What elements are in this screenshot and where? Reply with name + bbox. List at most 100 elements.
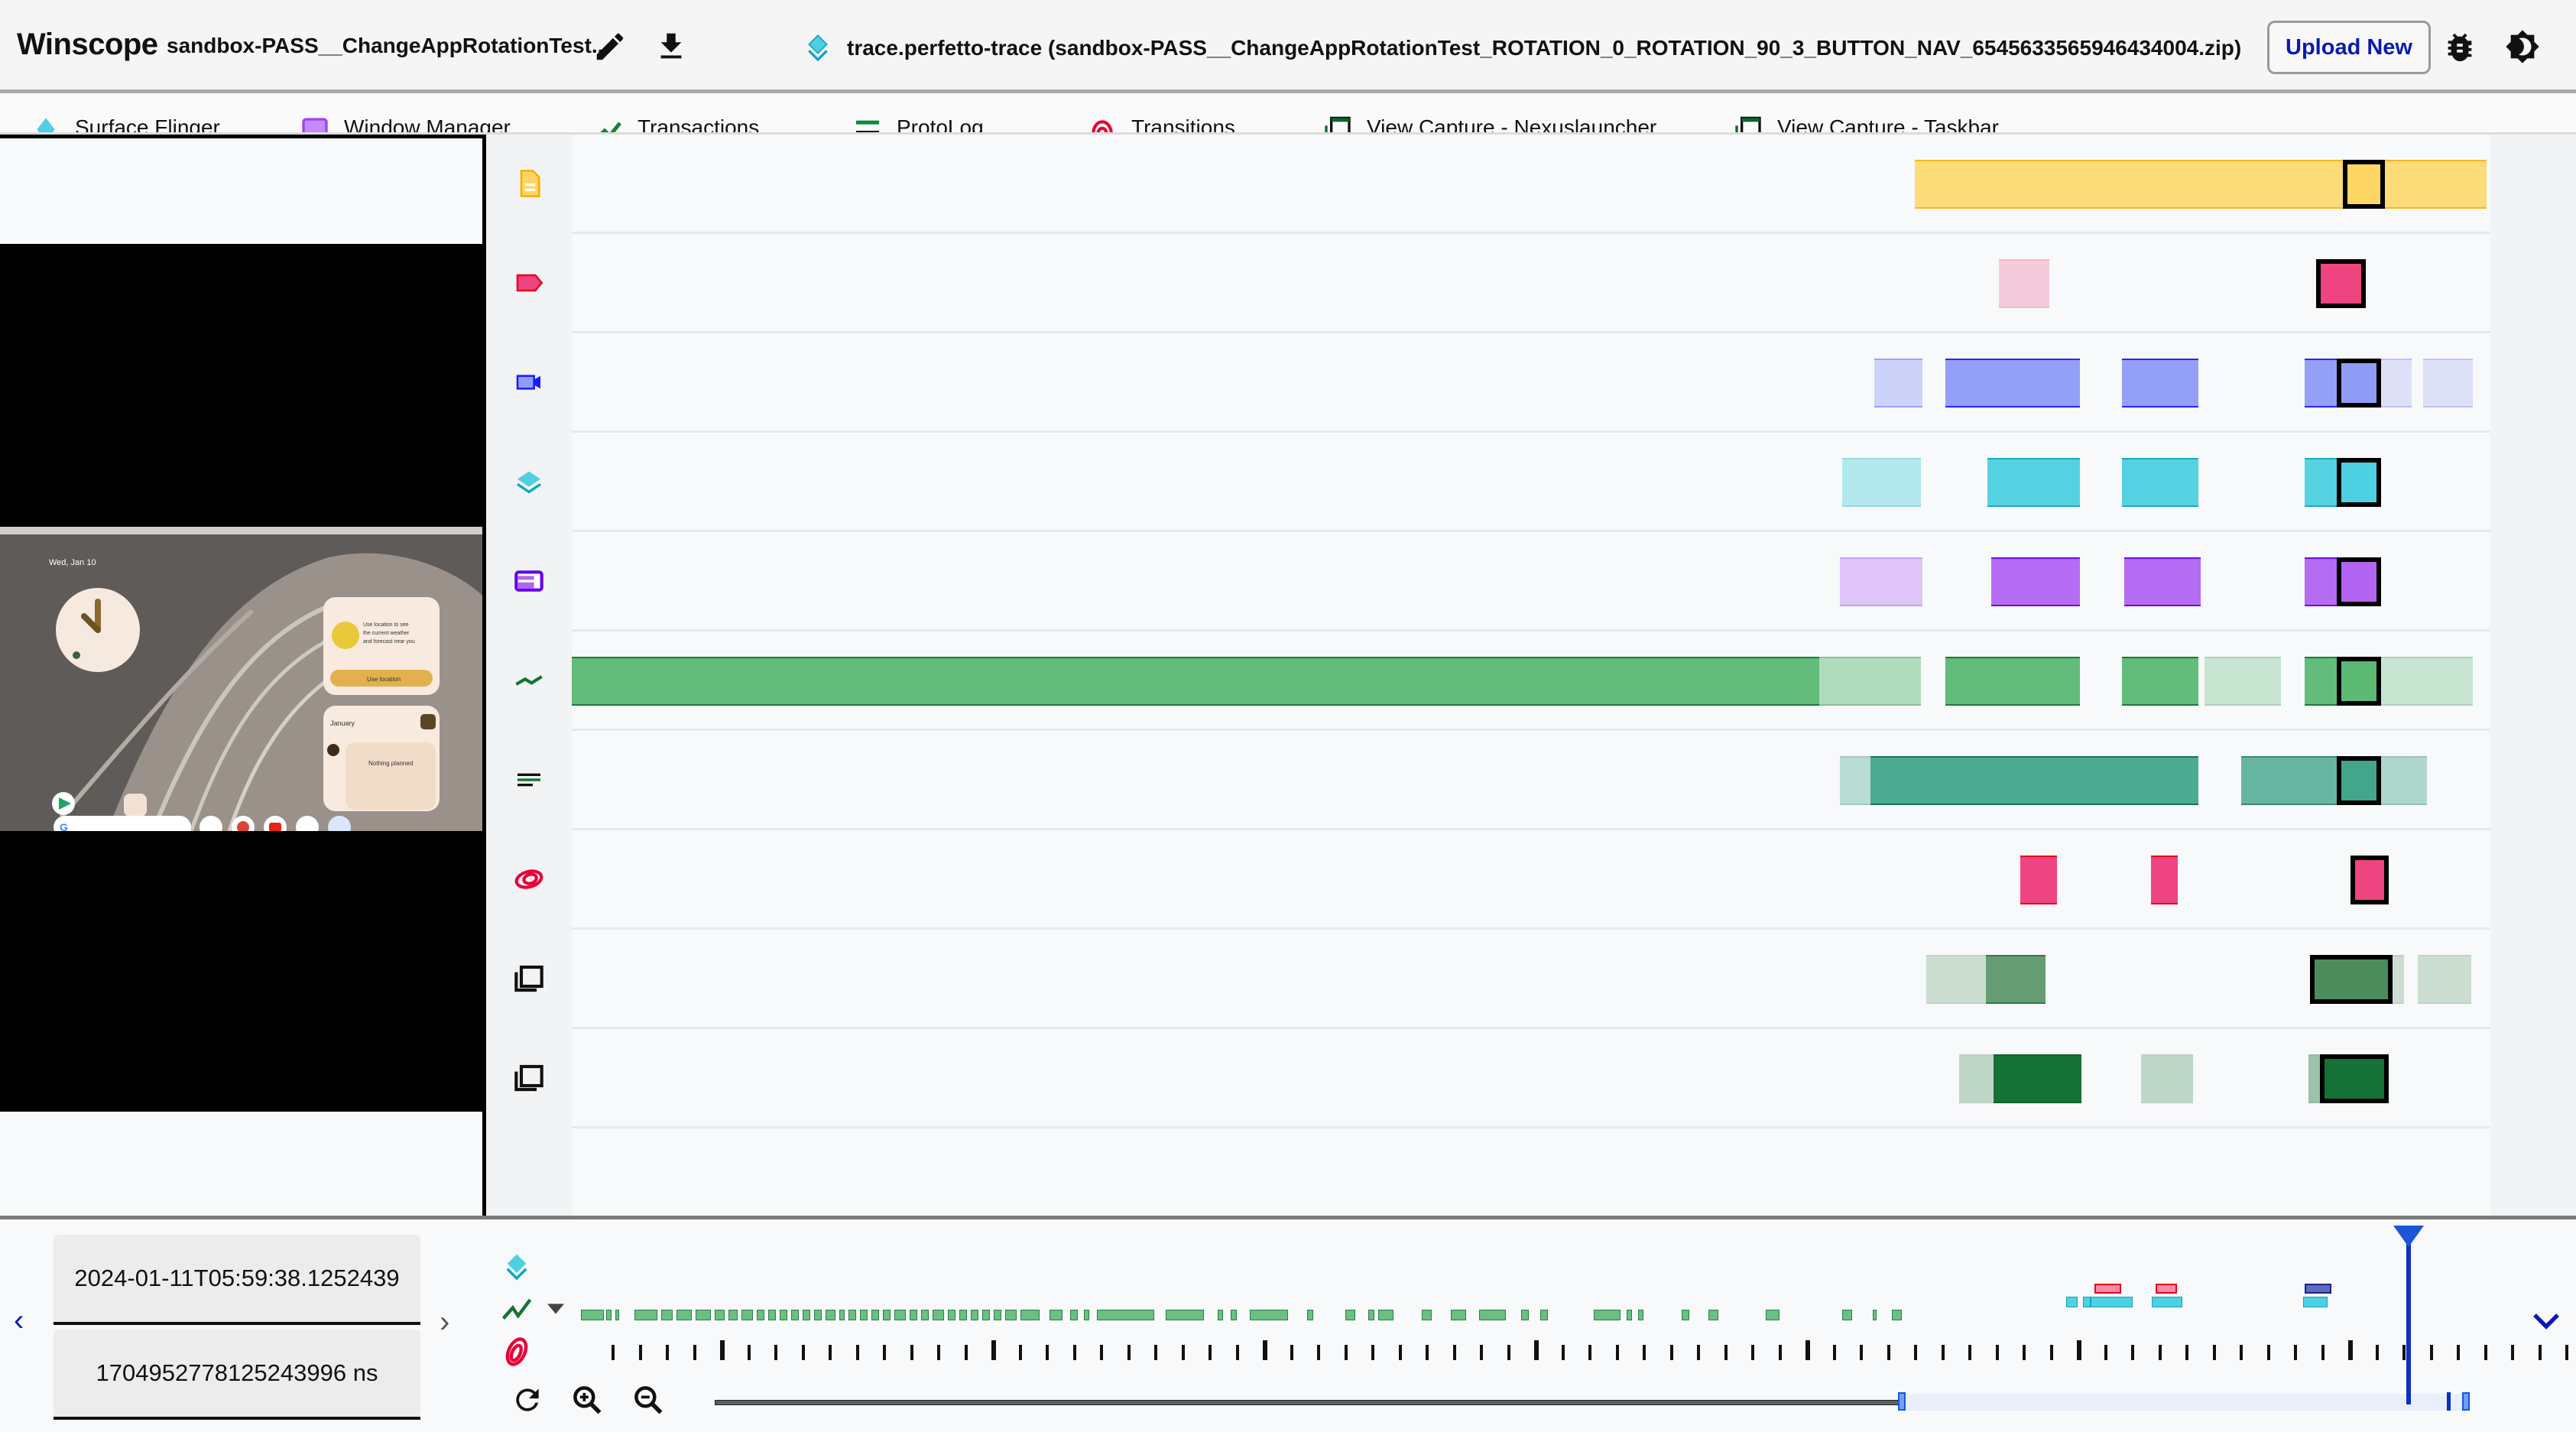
- zoom-slider-track[interactable]: [715, 1400, 1903, 1405]
- trace-entry[interactable]: [2122, 359, 2199, 408]
- chevron-down-icon[interactable]: [2532, 1311, 2560, 1333]
- timeline-row-protolog[interactable]: [572, 731, 2490, 830]
- trace-entry[interactable]: [1945, 359, 2080, 408]
- mini-transaction-entry: [1682, 1310, 1689, 1320]
- trace-entry[interactable]: [2304, 458, 2338, 507]
- timeline-row-transactions[interactable]: [572, 632, 2490, 731]
- trace-entry[interactable]: [2122, 657, 2199, 706]
- mini-transaction-entry: [1594, 1310, 1621, 1320]
- transactions-icon[interactable]: [501, 1294, 533, 1326]
- tab-view-capture-nexuslauncher[interactable]: View Capture - Nexuslauncher: [1322, 115, 1656, 132]
- selected-trace-entry[interactable]: [2350, 856, 2389, 904]
- timeline-row-dumps[interactable]: [572, 135, 2490, 234]
- trace-entry[interactable]: [2423, 359, 2474, 408]
- mini-transaction-entry: [1231, 1310, 1237, 1320]
- selected-trace-entry[interactable]: [2342, 160, 2385, 209]
- trace-entry[interactable]: [2417, 955, 2471, 1004]
- trace-entry[interactable]: [1999, 259, 2049, 308]
- trace-entry[interactable]: [2141, 1054, 2193, 1103]
- trace-entry[interactable]: [572, 657, 1819, 706]
- selected-trace-entry[interactable]: [2337, 458, 2381, 507]
- prev-entry-button[interactable]: ‹: [14, 1304, 24, 1338]
- selected-trace-entry[interactable]: [2315, 259, 2366, 308]
- selected-trace-entry[interactable]: [2310, 955, 2393, 1004]
- tab-transactions[interactable]: Transactions: [593, 115, 760, 135]
- bug-icon[interactable]: [2442, 29, 2477, 64]
- trace-entry[interactable]: [2380, 756, 2428, 805]
- upload-new-button[interactable]: Upload New: [2267, 21, 2431, 74]
- download-icon[interactable]: [654, 29, 689, 64]
- timeline-row-ime[interactable]: [572, 234, 2490, 333]
- time-tick: [1887, 1345, 1890, 1360]
- selected-trace-entry[interactable]: [2319, 1054, 2389, 1103]
- zoom-slider-right-handle[interactable]: [2462, 1392, 2470, 1411]
- screen-recording-panel: Wed, Jan 10 Use location to see the curr…: [0, 135, 486, 1216]
- timeline-row-view-capture-taskbar[interactable]: [572, 1029, 2490, 1128]
- trace-entry[interactable]: [2304, 557, 2338, 606]
- timeline-cursor[interactable]: [2406, 1227, 2411, 1404]
- trace-entry[interactable]: [1926, 955, 1986, 1004]
- trace-entry[interactable]: [1915, 160, 2487, 209]
- selected-trace-entry[interactable]: [2337, 359, 2381, 408]
- time-tick: [612, 1345, 615, 1360]
- file-name[interactable]: sandbox-PASS__ChangeAppRotationTest...: [167, 34, 609, 58]
- trace-entry[interactable]: [2380, 657, 2474, 706]
- trace-entry[interactable]: [1945, 657, 2080, 706]
- layers-icon: [517, 471, 541, 494]
- timeline-row-surface-flinger[interactable]: [572, 433, 2490, 532]
- timeline-rows[interactable]: [572, 135, 2490, 1216]
- layers-icon: [37, 118, 55, 132]
- selected-trace-entry[interactable]: [2337, 657, 2381, 706]
- tab-transitions[interactable]: Transitions: [1087, 115, 1235, 132]
- timeline-row-window-manager[interactable]: [572, 532, 2490, 632]
- trace-selector-dropdown-icon[interactable]: [547, 1304, 564, 1314]
- tab-view-capture-taskbar[interactable]: View Capture - Taskbar: [1733, 115, 1999, 132]
- trace-entry[interactable]: [2150, 856, 2178, 904]
- tab-window-manager[interactable]: Window Manager: [300, 115, 511, 132]
- trace-entry[interactable]: [2123, 557, 2201, 606]
- trace-entry[interactable]: [1841, 458, 1921, 507]
- svg-text:Use location: Use location: [367, 676, 401, 683]
- trace-entry[interactable]: [1987, 458, 2080, 507]
- trace-entry[interactable]: [1840, 557, 1923, 606]
- time-tick: [1751, 1345, 1754, 1360]
- time-tick: [1588, 1345, 1591, 1360]
- trace-entry[interactable]: [1818, 657, 1921, 706]
- trace-entry[interactable]: [2020, 856, 2057, 904]
- mini-transaction-entry: [814, 1310, 822, 1320]
- trace-entry[interactable]: [2304, 657, 2338, 706]
- timestamp-human-input[interactable]: 2024-01-11T05:59:38.1252439: [54, 1235, 420, 1325]
- mini-transaction-entry: [1892, 1310, 1902, 1320]
- trace-entry[interactable]: [2304, 359, 2338, 408]
- selected-trace-entry[interactable]: [2337, 756, 2381, 805]
- trace-entry[interactable]: [1840, 756, 1871, 805]
- reset-zoom-icon[interactable]: [511, 1383, 544, 1417]
- zoom-slider-left-handle[interactable]: [1898, 1392, 1906, 1411]
- tab-surface-flinger[interactable]: Surface Flinger: [31, 115, 220, 132]
- timeline-row-view-capture-nexuslauncher[interactable]: [572, 930, 2490, 1029]
- zoom-slider-window[interactable]: [1900, 1394, 2465, 1411]
- next-entry-button[interactable]: ›: [440, 1305, 449, 1339]
- timestamp-ns-input[interactable]: 1704952778125243996 ns: [54, 1330, 420, 1420]
- trace-entry[interactable]: [1985, 955, 2046, 1004]
- timeline-row-screen-recording[interactable]: [572, 333, 2490, 433]
- trace-entry[interactable]: [1991, 557, 2080, 606]
- timeline-cursor-handle[interactable]: [2393, 1226, 2424, 1247]
- trace-entry[interactable]: [2308, 1054, 2320, 1103]
- viewcapture-icon: [514, 1064, 543, 1092]
- selected-trace-entry[interactable]: [2337, 557, 2381, 606]
- trace-entry[interactable]: [1958, 1054, 1994, 1103]
- theme-toggle-icon[interactable]: [2505, 29, 2540, 64]
- trace-entry[interactable]: [1870, 756, 2199, 805]
- mini-transaction-entry: [1842, 1310, 1852, 1320]
- trace-entry[interactable]: [1874, 359, 1923, 408]
- trace-entry[interactable]: [1993, 1054, 2082, 1103]
- trace-entry[interactable]: [2240, 756, 2338, 805]
- trace-entry[interactable]: [2122, 458, 2199, 507]
- tab-label: Transactions: [638, 115, 760, 135]
- time-tick: [2131, 1345, 2134, 1360]
- timeline-row-transitions[interactable]: [572, 830, 2490, 930]
- trace-entry[interactable]: [2205, 657, 2282, 706]
- edit-icon[interactable]: [592, 29, 628, 64]
- tab-protolog[interactable]: ProtoLog: [852, 115, 984, 132]
